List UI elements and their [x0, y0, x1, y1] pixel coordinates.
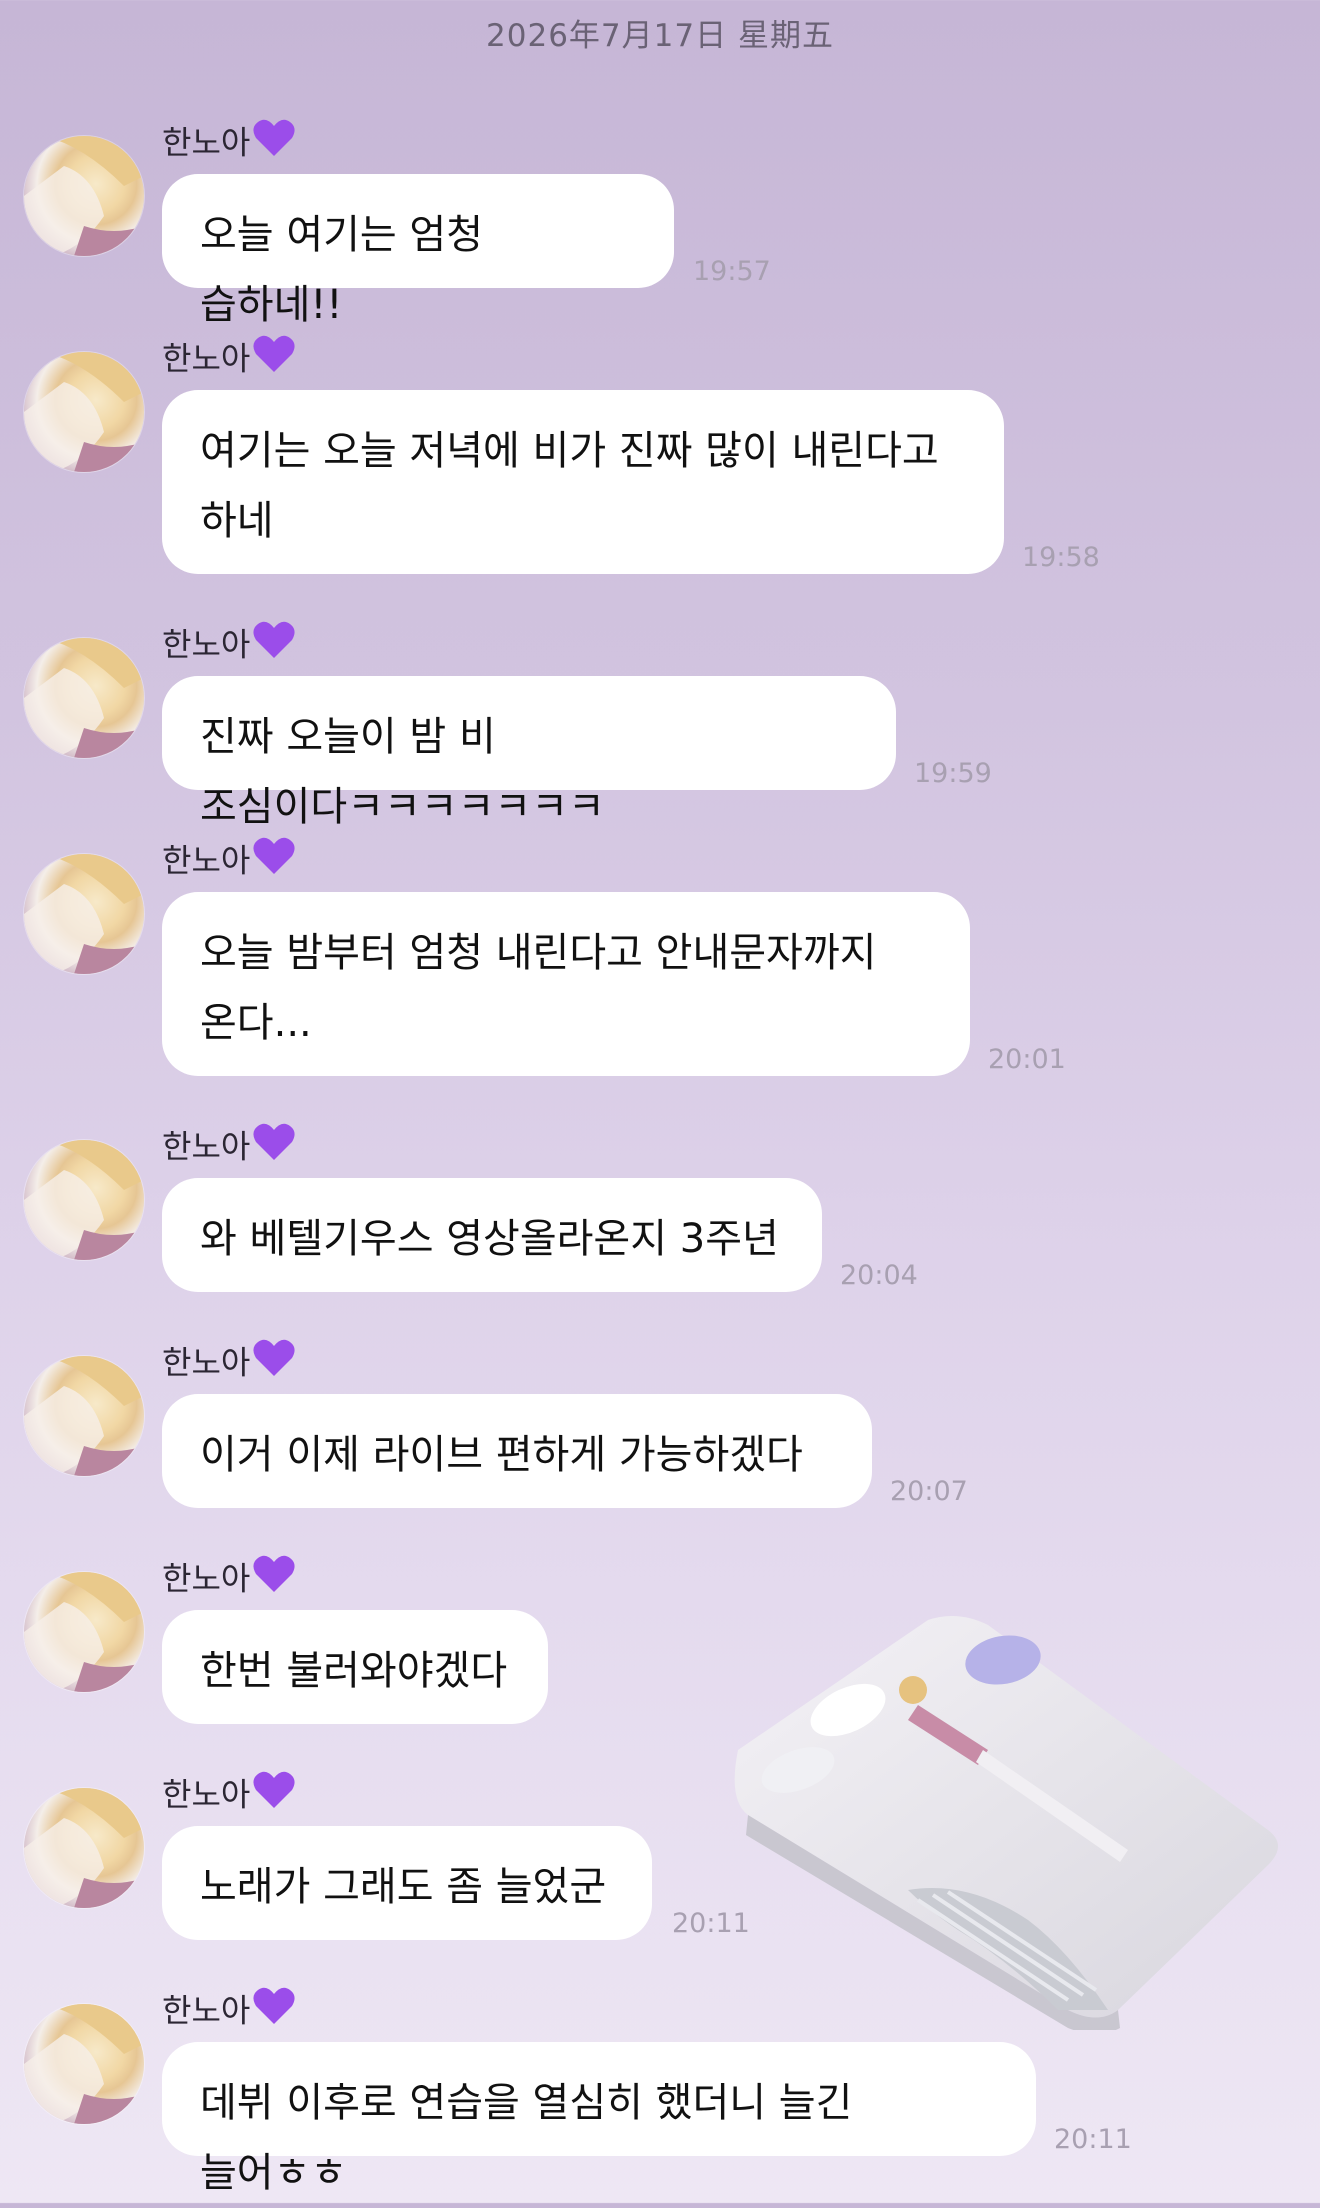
- message-bubble[interactable]: 데뷔 이후로 연습을 열심히 했더니 늘긴 늘어ㅎㅎ: [162, 2042, 1036, 2196]
- message-time: 20:11: [672, 1908, 750, 1939]
- message-row: 한노아 와 베텔기우스 영상올라온지 3주년 20:04: [0, 1122, 1320, 1332]
- sender-name-text: 한노아: [162, 625, 251, 664]
- purple-heart-icon: [252, 118, 296, 171]
- message-text: 이거 이제 라이브 편하게 가능하겠다: [200, 1432, 803, 1478]
- sender-name-text: 한노아: [162, 1127, 251, 1166]
- sender-name: 한노아: [162, 1122, 296, 1170]
- sender-name: 한노아: [162, 118, 296, 166]
- sender-name-text: 한노아: [162, 1343, 251, 1382]
- sender-name: 한노아: [162, 1770, 296, 1818]
- sender-name-text: 한노아: [162, 1559, 251, 1598]
- sender-name: 한노아: [162, 1554, 296, 1602]
- purple-heart-icon: [252, 334, 296, 387]
- message-row: 한노아 이거 이제 라이브 편하게 가능하겠다 20:07: [0, 1338, 1320, 1548]
- message-bubble[interactable]: 와 베텔기우스 영상올라온지 3주년: [162, 1178, 822, 1292]
- purple-heart-icon: [252, 1554, 296, 1607]
- sender-name-text: 한노아: [162, 1775, 251, 1814]
- message-bubble[interactable]: 오늘 밤부터 엄청 내린다고 안내문자까지 온다...: [162, 892, 970, 1076]
- message-text: 오늘 밤부터 엄청 내린다고 안내문자까지 온다...: [200, 930, 877, 1046]
- sender-name: 한노아: [162, 836, 296, 884]
- sender-name-text: 한노아: [162, 1991, 251, 2030]
- purple-heart-icon: [252, 1986, 296, 2039]
- message-row: 한노아 진짜 오늘이 밤 비 조심이다ㅋㅋㅋㅋㅋㅋㅋ 19:59: [0, 620, 1320, 830]
- message-bubble[interactable]: 진짜 오늘이 밤 비 조심이다ㅋㅋㅋㅋㅋㅋㅋ: [162, 676, 896, 830]
- purple-heart-icon: [252, 836, 296, 889]
- sender-name-text: 한노아: [162, 841, 251, 880]
- avatar[interactable]: [24, 352, 144, 472]
- message-text: 오늘 여기는 엄청 습하네!!: [200, 212, 484, 328]
- avatar[interactable]: [24, 638, 144, 758]
- avatar[interactable]: [24, 854, 144, 974]
- avatar[interactable]: [24, 1572, 144, 1692]
- avatar[interactable]: [24, 1140, 144, 1260]
- purple-heart-icon: [252, 1770, 296, 1823]
- message-row: 한노아 노래가 그래도 좀 늘었군 20:11: [0, 1770, 1320, 1980]
- avatar[interactable]: [24, 1788, 144, 1908]
- message-row: 한노아 오늘 밤부터 엄청 내린다고 안내문자까지 온다... 20:01: [0, 836, 1320, 1076]
- message-text: 데뷔 이후로 연습을 열심히 했더니 늘긴 늘어ㅎㅎ: [200, 2080, 853, 2196]
- message-text: 와 베텔기우스 영상올라온지 3주년: [200, 1216, 779, 1262]
- purple-heart-icon: [252, 1338, 296, 1391]
- message-text: 노래가 그래도 좀 늘었군: [200, 1864, 607, 1910]
- message-bubble[interactable]: 이거 이제 라이브 편하게 가능하겠다: [162, 1394, 872, 1508]
- message-time: 20:07: [890, 1476, 968, 1507]
- message-time: 19:57: [693, 256, 771, 287]
- message-row: 한노아 데뷔 이후로 연습을 열심히 했더니 늘긴 늘어ㅎㅎ 20:11: [0, 1986, 1320, 2196]
- date-header: 2026年7月17日 星期五: [486, 18, 834, 54]
- sender-name: 한노아: [162, 334, 296, 382]
- sender-name: 한노아: [162, 620, 296, 668]
- message-time: 20:01: [988, 1044, 1066, 1075]
- sender-name: 한노아: [162, 1338, 296, 1386]
- sender-name-text: 한노아: [162, 123, 251, 162]
- message-text: 여기는 오늘 저녁에 비가 진짜 많이 내린다고 하네: [200, 428, 939, 544]
- message-bubble[interactable]: 여기는 오늘 저녁에 비가 진짜 많이 내린다고 하네: [162, 390, 1004, 574]
- sender-name-text: 한노아: [162, 339, 251, 378]
- avatar[interactable]: [24, 1356, 144, 1476]
- message-time: 19:59: [914, 758, 992, 789]
- message-time: 19:58: [1022, 542, 1100, 573]
- purple-heart-icon: [252, 1122, 296, 1175]
- avatar[interactable]: [24, 2004, 144, 2124]
- message-time: 20:11: [1054, 2124, 1132, 2155]
- message-bubble[interactable]: 한번 불러와야겠다: [162, 1610, 548, 1724]
- message-text: 진짜 오늘이 밤 비 조심이다ㅋㅋㅋㅋㅋㅋㅋ: [200, 714, 605, 830]
- message-bubble[interactable]: 노래가 그래도 좀 늘었군: [162, 1826, 652, 1940]
- message-text: 한번 불러와야겠다: [200, 1648, 508, 1694]
- avatar[interactable]: [24, 136, 144, 256]
- message-bubble[interactable]: 오늘 여기는 엄청 습하네!!: [162, 174, 674, 328]
- purple-heart-icon: [252, 620, 296, 673]
- message-time: 20:04: [840, 1260, 918, 1291]
- message-row: 한노아 오늘 여기는 엄청 습하네!! 19:57: [0, 118, 1320, 328]
- sender-name: 한노아: [162, 1986, 296, 2034]
- message-row: 한노아 여기는 오늘 저녁에 비가 진짜 많이 내린다고 하네 19:58: [0, 334, 1320, 574]
